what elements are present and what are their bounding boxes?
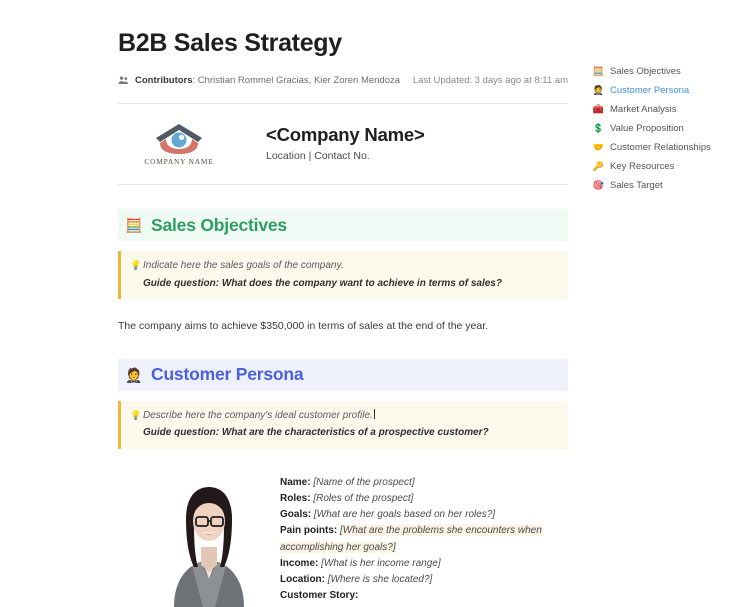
section-header-sales-objectives: 🧮 Sales Objectives (118, 209, 568, 241)
section-header-customer-persona: 🤵 Customer Persona (118, 358, 568, 391)
callout-sales-objectives: 💡 Indicate here the sales goals of the c… (118, 251, 568, 299)
abacus-icon: 🧮 (592, 66, 605, 76)
persona-block: Name: [Name of the prospect] Roles: [Rol… (118, 474, 568, 607)
sidebar-item-sales-target[interactable]: 🎯 Sales Target (592, 177, 750, 194)
persona-value[interactable]: [Where is she located?] (328, 574, 433, 585)
dollar-icon: 💲 (592, 123, 605, 133)
persona-label: Roles: (280, 492, 311, 504)
contributors-names: : Christian Rommel Gracias, Kier Zoren M… (192, 75, 401, 86)
persona-field-pain-points: Pain points: [What are the problems she … (280, 523, 542, 555)
divider-company (118, 184, 568, 185)
persona-fields: Name: [Name of the prospect] Roles: [Rol… (280, 475, 542, 605)
persona-field-income: Income: [What is her income range] (280, 556, 542, 572)
callout-body: Describe here the company's ideal custom… (143, 408, 558, 440)
persona-label: Income: (280, 557, 319, 569)
persona-label: Name: (280, 476, 311, 488)
abacus-icon: 🧮 (125, 217, 143, 233)
persona-label: Goals: (280, 509, 312, 521)
persona-field-goals: Goals: [What are her goals based on her … (280, 507, 542, 523)
outline-rail: 🧮 Sales Objectives 🤵 Customer Persona 🧰 … (592, 63, 750, 196)
document-page: B2B Sales Strategy Contributors : Christ… (0, 0, 750, 607)
sidebar-item-value-proposition[interactable]: 💲 Value Proposition (592, 120, 750, 137)
section-title-customer-persona: Customer Persona (151, 364, 304, 385)
document-meta: Contributors : Christian Rommel Gracias,… (118, 75, 568, 86)
sidebar-item-label: Sales Objectives (610, 66, 681, 77)
lightbulb-icon: 💡 (130, 260, 142, 270)
sidebar-item-sales-objectives[interactable]: 🧮 Sales Objectives (592, 63, 750, 80)
person-in-suit-icon: 🤵 (125, 366, 143, 383)
persona-value[interactable]: [Roles of the prospect] (313, 493, 413, 504)
callout-customer-persona: 💡 Describe here the company's ideal cust… (118, 400, 568, 449)
handshake-icon: 🤝 (592, 142, 605, 152)
persona-label: Location: (280, 573, 325, 585)
house-logo-icon (148, 120, 210, 156)
document-body: B2B Sales Strategy Contributors : Christ… (118, 0, 568, 607)
sidebar-item-customer-relationships[interactable]: 🤝 Customer Relationships (592, 139, 750, 156)
callout-guide-question: Guide question: What does the company wa… (143, 277, 502, 289)
sidebar-item-market-analysis[interactable]: 🧰 Market Analysis (592, 101, 750, 118)
persona-label: Customer Story: (280, 590, 359, 602)
sidebar-item-label: Value Proposition (610, 123, 684, 134)
sidebar-item-label: Customer Relationships (610, 142, 711, 153)
sidebar-item-label: Market Analysis (610, 104, 677, 115)
text-cursor (373, 408, 375, 419)
toolbox-icon: 🧰 (592, 104, 605, 114)
lightbulb-icon: 💡 (130, 409, 142, 420)
sidebar-item-label: Customer Persona (610, 85, 690, 96)
persona-label: Pain points: (280, 525, 338, 537)
persona-field-location: Location: [Where is she located?] (280, 572, 542, 588)
company-logo-caption: COMPANY NAME (144, 157, 214, 166)
person-in-suit-icon: 🤵 (592, 85, 605, 95)
persona-value[interactable]: [What is her income range] (321, 558, 441, 569)
last-updated: Last Updated: 3 days ago at 8:11 am (412, 75, 568, 86)
key-icon: 🔑 (592, 161, 605, 171)
sidebar-item-customer-persona[interactable]: 🤵 Customer Persona (592, 82, 750, 99)
company-banner: COMPANY NAME <Company Name> Location | C… (118, 104, 568, 184)
callout-instruction: Describe here the company's ideal custom… (143, 409, 373, 421)
sidebar-item-label: Sales Target (610, 180, 663, 191)
contributors-label: Contributors (135, 75, 193, 86)
company-logo: COMPANY NAME (118, 120, 240, 166)
persona-photo (160, 474, 258, 607)
persona-field-name: Name: [Name of the prospect] (280, 475, 542, 491)
section-title-sales-objectives: Sales Objectives (151, 214, 287, 235)
callout-instruction: Indicate here the sales goals of the com… (143, 260, 344, 271)
page-title: B2B Sales Strategy (118, 29, 342, 57)
persona-field-customer-story: Customer Story: (280, 588, 542, 604)
dart-icon: 🎯 (592, 180, 605, 190)
sales-objectives-answer[interactable]: The company aims to achieve $350,000 in … (118, 319, 568, 335)
sidebar-item-key-resources[interactable]: 🔑 Key Resources (592, 158, 750, 175)
sidebar-item-label: Key Resources (610, 161, 675, 172)
persona-value[interactable]: [Name of the prospect] (313, 477, 414, 488)
callout-body: Indicate here the sales goals of the com… (143, 259, 558, 290)
callout-guide-question: Guide question: What are the characteris… (143, 427, 489, 439)
people-icon (118, 75, 129, 86)
company-text-block: <Company Name> Location | Contact No. (240, 124, 425, 162)
persona-field-roles: Roles: [Roles of the prospect] (280, 491, 542, 507)
company-name: <Company Name> (266, 124, 425, 145)
company-subtitle: Location | Contact No. (266, 150, 370, 162)
persona-value[interactable]: [What are her goals based on her roles?] (314, 509, 495, 520)
callout-instruction-wrap: Describe here the company's ideal custom… (143, 408, 558, 423)
